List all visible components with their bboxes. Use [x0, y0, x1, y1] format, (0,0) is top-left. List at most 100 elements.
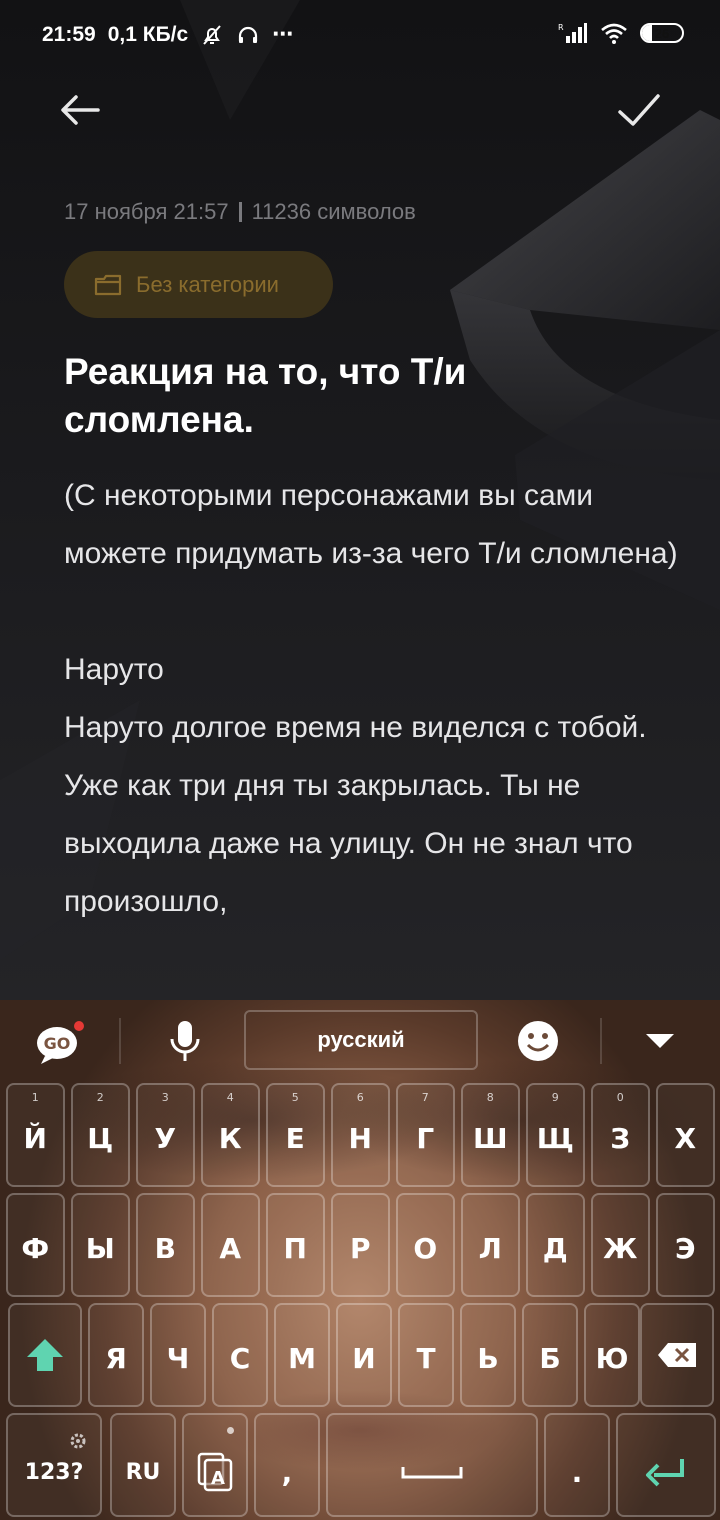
- key-label: Ц: [87, 1121, 114, 1155]
- key-м[interactable]: М: [274, 1303, 330, 1407]
- note-body[interactable]: (С некоторыми персонажами вы сами можете…: [64, 467, 684, 931]
- key-label: У: [154, 1121, 177, 1155]
- microphone-icon: [170, 1021, 200, 1061]
- battery-indicator: 26: [640, 23, 684, 43]
- note-editor-screen: 21:59 0,1 КБ/с ⋯ R 26 17 ноября 21:57 11…: [0, 0, 720, 1520]
- key-label: Л: [478, 1231, 502, 1265]
- period-key[interactable]: .: [544, 1413, 610, 1517]
- key-label: Ь: [477, 1341, 499, 1375]
- key-ж[interactable]: Ж: [591, 1193, 650, 1297]
- numbers-key[interactable]: 123?: [6, 1413, 102, 1517]
- key-а[interactable]: А: [201, 1193, 260, 1297]
- key-р[interactable]: Р: [331, 1193, 390, 1297]
- key-label: Ф: [21, 1231, 50, 1265]
- period-key-label: .: [571, 1455, 583, 1489]
- backspace-icon: [658, 1343, 696, 1367]
- key-label: С: [229, 1341, 251, 1375]
- category-chip[interactable]: Без категории: [64, 251, 333, 318]
- note-title[interactable]: Реакция на то, что Т/и сломлена.: [64, 348, 624, 444]
- space-key[interactable]: [326, 1413, 538, 1517]
- key-я[interactable]: Я: [88, 1303, 144, 1407]
- key-л[interactable]: Л: [461, 1193, 520, 1297]
- key-з[interactable]: 0З: [591, 1083, 650, 1187]
- toolbar-divider: [600, 1018, 602, 1064]
- key-label: В: [154, 1231, 176, 1265]
- language-key[interactable]: RU: [110, 1413, 176, 1517]
- key-hint: 7: [421, 1091, 429, 1104]
- key-hint: 5: [291, 1091, 299, 1104]
- key-х[interactable]: Х: [656, 1083, 715, 1187]
- key-п[interactable]: П: [266, 1193, 325, 1297]
- key-д[interactable]: Д: [526, 1193, 585, 1297]
- key-ш[interactable]: 8Ш: [461, 1083, 520, 1187]
- key-е[interactable]: 5Е: [266, 1083, 325, 1187]
- key-щ[interactable]: 9Щ: [526, 1083, 585, 1187]
- keyboard-toolbar: GO русский: [0, 1000, 720, 1080]
- key-ы[interactable]: Ы: [71, 1193, 130, 1297]
- svg-text:R: R: [558, 23, 564, 32]
- enter-icon: [646, 1459, 684, 1487]
- key-э[interactable]: Э: [656, 1193, 715, 1297]
- more-notifications-icon: ⋯: [272, 23, 297, 46]
- clipboard-key[interactable]: A: [182, 1413, 248, 1517]
- key-hint: 8: [486, 1091, 494, 1104]
- key-hint: 3: [161, 1091, 169, 1104]
- network-speed: 0,1 КБ/с: [107, 22, 189, 46]
- hide-keyboard-button[interactable]: [630, 1012, 690, 1070]
- key-hint: 0: [616, 1091, 624, 1104]
- key-ц[interactable]: 2Ц: [71, 1083, 130, 1187]
- save-button[interactable]: [614, 86, 664, 136]
- gear-icon: [70, 1433, 86, 1449]
- key-hint: 2: [96, 1091, 104, 1104]
- key-и[interactable]: И: [336, 1303, 392, 1407]
- key-label: О: [413, 1231, 438, 1265]
- key-г[interactable]: 7Г: [396, 1083, 455, 1187]
- key-label: Е: [285, 1121, 305, 1155]
- key-label: Ю: [595, 1341, 629, 1375]
- chevron-down-icon: [646, 1034, 674, 1048]
- key-ч[interactable]: Ч: [150, 1303, 206, 1407]
- key-с[interactable]: С: [212, 1303, 268, 1407]
- key-н[interactable]: 6Н: [331, 1083, 390, 1187]
- voice-input-button[interactable]: [155, 1012, 215, 1070]
- back-button[interactable]: [56, 86, 104, 134]
- enter-key[interactable]: [616, 1413, 716, 1517]
- note-date: 17 ноября 21:57: [64, 199, 229, 224]
- toolbar-divider: [119, 1018, 121, 1064]
- go-keyboard-button[interactable]: GO: [30, 1012, 90, 1070]
- key-label: И: [352, 1341, 376, 1375]
- numbers-key-label: 123?: [24, 1459, 84, 1485]
- backspace-key[interactable]: [640, 1303, 714, 1407]
- language-switch[interactable]: русский: [244, 1010, 478, 1070]
- status-bar: 21:59 0,1 КБ/с ⋯ R 26: [0, 0, 720, 70]
- folder-icon: [94, 274, 122, 295]
- key-label: Б: [539, 1341, 561, 1375]
- key-т[interactable]: Т: [398, 1303, 454, 1407]
- key-label: З: [610, 1121, 631, 1155]
- key-й[interactable]: 1Й: [6, 1083, 65, 1187]
- key-ф[interactable]: Ф: [6, 1193, 65, 1297]
- key-б[interactable]: Б: [522, 1303, 578, 1407]
- note-paragraph: Наруто долгое время не виделся с тобой. …: [64, 711, 647, 918]
- key-в[interactable]: В: [136, 1193, 195, 1297]
- text-style-icon: A: [197, 1452, 233, 1492]
- key-ь[interactable]: Ь: [460, 1303, 516, 1407]
- svg-text:GO: GO: [44, 1034, 71, 1053]
- key-hint: 4: [226, 1091, 234, 1104]
- key-о[interactable]: О: [396, 1193, 455, 1297]
- key-к[interactable]: 4К: [201, 1083, 260, 1187]
- key-ю[interactable]: Ю: [584, 1303, 640, 1407]
- wifi-icon: [601, 23, 627, 44]
- arrow-left-icon: [61, 95, 100, 125]
- keyboard: GO русский 123? RU A , . 1 Й 2 Ц 3 У 4 К…: [0, 1000, 720, 1520]
- emoji-button[interactable]: [508, 1012, 568, 1070]
- key-у[interactable]: 3У: [136, 1083, 195, 1187]
- battery-percent: 26: [654, 25, 670, 41]
- note-meta: 17 ноября 21:57 11236 символов: [64, 199, 416, 225]
- meta-divider: [238, 202, 242, 222]
- svg-text:A: A: [211, 1468, 225, 1489]
- key-label: П: [283, 1231, 307, 1265]
- key-label: Д: [542, 1231, 568, 1265]
- shift-key[interactable]: [8, 1303, 82, 1407]
- comma-key[interactable]: ,: [254, 1413, 320, 1517]
